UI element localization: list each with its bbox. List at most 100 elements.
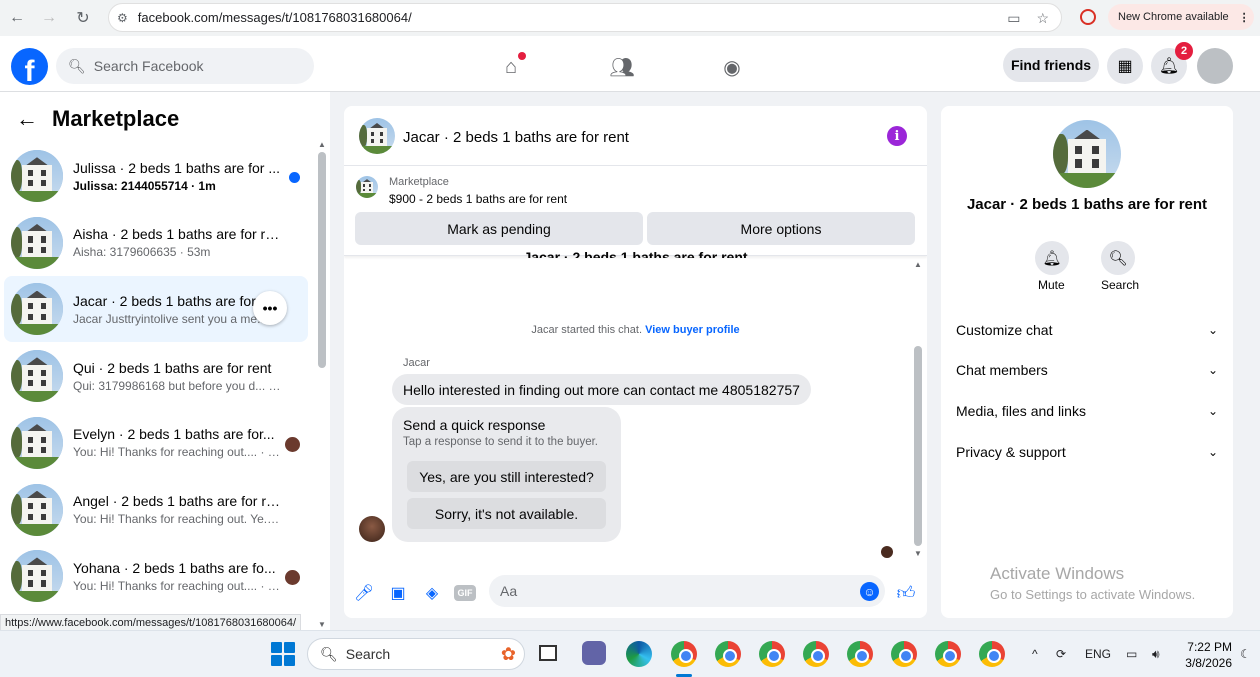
privacy-support-label: Privacy & support <box>956 444 1066 460</box>
quick-reply-yes-button[interactable]: Yes, are you still interested? <box>407 461 606 492</box>
back-icon[interactable]: ← <box>2 3 32 33</box>
quick-reply-no-button[interactable]: Sorry, it's not available. <box>407 498 606 529</box>
privacy-support-item[interactable]: Privacy & support ⌄ <box>956 442 1218 462</box>
facebook-search-input[interactable]: 🔍︎ Search Facebook <box>56 48 314 84</box>
conversation-snippet: You: Hi! Thanks for reaching out.... · 1… <box>73 578 281 593</box>
chrome-taskbar-icon[interactable] <box>671 641 697 667</box>
message-composer: 🎤︎ ▣ ◈ GIF Aa ☺ 👍︎ <box>344 570 927 618</box>
volume-icon[interactable]: 🔊︎ <box>1152 647 1160 662</box>
menu-grid-icon[interactable]: ▦ <box>1107 48 1143 84</box>
conversation-item[interactable]: Evelyn · 2 beds 1 baths are for... You: H… <box>4 410 308 476</box>
chrome-taskbar-icon[interactable] <box>847 641 873 667</box>
emoji-icon[interactable]: ☺ <box>860 582 879 601</box>
chrome-taskbar-icon[interactable] <box>979 641 1005 667</box>
browser-toolbar: ← → ↻ ⚙ facebook.com/messages/t/10817680… <box>0 0 1260 36</box>
unread-dot <box>289 172 300 183</box>
menu-kebab-icon[interactable]: ⋮ <box>1239 11 1250 24</box>
chrome-taskbar-icon[interactable] <box>759 641 785 667</box>
sender-avatar[interactable] <box>359 516 385 542</box>
mute-bell-icon[interactable]: 🔔︎ <box>1035 241 1069 275</box>
chat-panel: Jacar · 2 beds 1 baths are for rent i Ma… <box>344 106 927 618</box>
edge-icon[interactable] <box>626 641 652 667</box>
reload-icon[interactable]: ↻ <box>68 3 98 33</box>
more-options-button[interactable]: More options <box>647 212 915 245</box>
find-friends-button[interactable]: Find friends <box>1003 48 1099 82</box>
chat-scroll-up-icon[interactable]: ▲ <box>914 260 922 269</box>
chat-started-text: Jacar started this chat. <box>531 324 643 336</box>
friends-icon[interactable]: 👥︎ <box>609 54 635 80</box>
gif-icon[interactable]: GIF <box>454 585 476 601</box>
mark-as-pending-button[interactable]: Mark as pending <box>355 212 643 245</box>
conversation-thumbnail <box>11 216 63 269</box>
scroll-down-icon[interactable]: ▼ <box>318 620 326 629</box>
bookmark-star-icon[interactable]: ☆ <box>1036 10 1049 27</box>
media-files-links-item[interactable]: Media, files and links ⌄ <box>956 401 1218 421</box>
notifications-moon-icon[interactable]: ☾ <box>1240 647 1251 661</box>
conversation-list-scrollbar[interactable] <box>318 152 326 368</box>
customize-chat-item[interactable]: Customize chat ⌄ <box>956 320 1218 340</box>
language-indicator[interactable]: ENG <box>1085 647 1111 661</box>
facebook-logo-icon[interactable]: f <box>11 48 48 85</box>
conversation-item[interactable]: Jacar · 2 beds 1 baths are for rent Jacar… <box>4 276 308 343</box>
site-info-icon[interactable]: ⚙ <box>117 11 128 25</box>
conversation-title: Julissa · 2 beds 1 baths are for ... <box>73 159 280 176</box>
teams-chat-icon[interactable] <box>582 641 606 665</box>
quick-response-card: Send a quick response Tap a response to … <box>392 407 621 542</box>
install-icon[interactable]: ▭ <box>1007 10 1020 27</box>
chat-members-label: Chat members <box>956 362 1048 378</box>
info-icon[interactable]: i <box>887 126 907 146</box>
taskbar-search[interactable]: 🔍︎ Search ✿ <box>307 638 525 670</box>
conversation-item[interactable]: Yohana · 2 beds 1 baths are fo... You: Hi… <box>4 543 308 609</box>
conversation-title: Qui · 2 beds 1 baths are for rent <box>73 359 272 376</box>
like-thumb-icon[interactable]: 👍︎ <box>895 582 917 604</box>
back-arrow-icon[interactable]: ← <box>16 106 38 132</box>
chat-intro-title: Jacar · 2 beds 1 baths are for rent <box>523 249 748 258</box>
message-sender: Jacar <box>403 357 430 369</box>
new-chrome-label: New Chrome available <box>1118 11 1229 23</box>
task-view-icon[interactable] <box>539 645 557 661</box>
sticker-icon[interactable]: ◈ <box>421 582 443 604</box>
chrome-taskbar-icon[interactable] <box>935 641 961 667</box>
conversation-thumbnail <box>11 150 63 202</box>
photo-icon[interactable]: ▣ <box>387 582 409 604</box>
mute-label: Mute <box>1038 278 1065 292</box>
account-avatar[interactable] <box>1197 48 1233 84</box>
windows-start-icon[interactable] <box>271 642 295 666</box>
chrome-taskbar-icon[interactable] <box>715 641 741 667</box>
system-clock[interactable]: 7:22 PM 3/8/2026 <box>1180 639 1232 671</box>
quick-response-subtitle: Tap a response to send it to the buyer. <box>403 436 598 448</box>
chat-scrollbar[interactable] <box>914 346 922 546</box>
forward-icon[interactable]: → <box>34 3 64 33</box>
network-icon[interactable]: ▭ <box>1126 647 1137 661</box>
conversation-title: Jacar · 2 beds 1 baths are for rent <box>73 292 281 309</box>
chat-members-item[interactable]: Chat members ⌄ <box>956 360 1218 380</box>
message-input[interactable]: Aa <box>489 575 885 607</box>
activate-windows-watermark: Activate Windows Go to Settings to activ… <box>990 564 1195 602</box>
profile-icon[interactable] <box>1080 9 1096 25</box>
notification-badge: 2 <box>1175 42 1193 60</box>
search-conversation-icon[interactable]: 🔍︎ <box>1101 241 1135 275</box>
chat-title[interactable]: Jacar · 2 beds 1 baths are for rent <box>403 129 629 146</box>
show-hidden-icons[interactable]: ^ <box>1032 647 1038 661</box>
microphone-icon[interactable]: 🎤︎ <box>353 582 375 604</box>
listing-thumbnail[interactable] <box>359 118 395 154</box>
more-options-icon[interactable]: ••• <box>253 291 287 326</box>
chrome-taskbar-icon[interactable] <box>891 641 917 667</box>
address-bar[interactable]: ⚙ facebook.com/messages/t/10817680316800… <box>108 3 1062 32</box>
conversation-item[interactable]: Aisha · 2 beds 1 baths are for rent Aisha… <box>4 210 308 276</box>
chat-header: Jacar · 2 beds 1 baths are for rent i <box>344 106 927 166</box>
conversation-item[interactable]: Julissa · 2 beds 1 baths are for ... Juli… <box>4 143 308 209</box>
groups-icon[interactable]: ◉ <box>719 54 745 80</box>
chrome-taskbar-icon[interactable] <box>803 641 829 667</box>
message-bubble[interactable]: Hello interested in finding out more can… <box>392 374 811 405</box>
scroll-up-icon[interactable]: ▲ <box>318 140 326 149</box>
new-chrome-button[interactable]: New Chrome available ⋮ <box>1108 4 1254 30</box>
chat-scroll-down-icon[interactable]: ▼ <box>914 549 922 558</box>
sync-icon[interactable]: ⟳ <box>1056 647 1066 661</box>
conversation-item[interactable]: Angel · 2 beds 1 baths are for rent You: … <box>4 477 308 543</box>
details-listing-thumbnail[interactable] <box>1053 120 1121 188</box>
listing-small-thumbnail[interactable] <box>356 176 378 198</box>
seen-avatar <box>285 570 300 586</box>
view-buyer-profile-link[interactable]: View buyer profile <box>645 324 740 336</box>
conversation-item[interactable]: Qui · 2 beds 1 baths are for rent Qui: 31… <box>4 343 308 409</box>
